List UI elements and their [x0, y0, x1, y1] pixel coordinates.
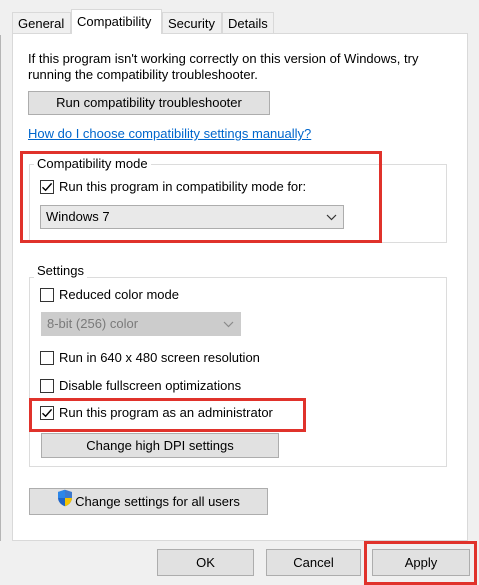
- tab-compatibility-label: Compatibility: [77, 14, 152, 29]
- tab-general[interactable]: General: [12, 12, 71, 33]
- change-high-dpi-button[interactable]: Change high DPI settings: [41, 433, 279, 458]
- compat-mode-highlight: [20, 151, 382, 243]
- manual-settings-link[interactable]: How do I choose compatibility settings m…: [28, 126, 311, 141]
- apply-highlight: [364, 541, 477, 585]
- ok-button[interactable]: OK: [157, 549, 254, 576]
- tab-compatibility[interactable]: Compatibility: [71, 9, 162, 34]
- window-left-edge: [0, 0, 1, 585]
- change-settings-all-users-button[interactable]: Change settings for all users: [29, 488, 268, 515]
- run-as-admin-highlight: [29, 398, 306, 432]
- tab-details[interactable]: Details: [222, 12, 274, 33]
- tab-security[interactable]: Security: [162, 12, 222, 33]
- change-settings-all-users-label: Change settings for all users: [75, 494, 240, 509]
- reduced-color-label: Reduced color mode: [59, 287, 179, 302]
- tab-general-label: General: [18, 16, 65, 31]
- run-troubleshooter-button[interactable]: Run compatibility troubleshooter: [28, 91, 270, 115]
- dialog-footer: OK Cancel Apply: [0, 541, 479, 585]
- tab-details-label: Details: [228, 16, 268, 31]
- settings-legend: Settings: [34, 263, 87, 278]
- tab-security-label: Security: [168, 16, 215, 31]
- compatibility-panel: If this program isn't working correctly …: [12, 33, 468, 541]
- intro-text-line1: If this program isn't working correctly …: [28, 51, 419, 66]
- color-depth-select: 8-bit (256) color: [41, 312, 241, 336]
- chevron-down-icon: [223, 313, 234, 342]
- resolution-640-label: Run in 640 x 480 screen resolution: [59, 350, 260, 365]
- cancel-button[interactable]: Cancel: [266, 549, 361, 576]
- intro-text-line2: running the compatibility troubleshooter…: [28, 67, 258, 82]
- disable-fullscreen-label: Disable fullscreen optimizations: [59, 378, 242, 393]
- disable-fullscreen-checkbox[interactable]: [40, 379, 54, 393]
- color-depth-value: 8-bit (256) color: [47, 316, 139, 331]
- resolution-640-checkbox[interactable]: [40, 351, 54, 365]
- tab-strip: General Compatibility Security Details: [0, 0, 479, 35]
- uac-shield-icon: [57, 489, 73, 515]
- reduced-color-checkbox[interactable]: [40, 288, 54, 302]
